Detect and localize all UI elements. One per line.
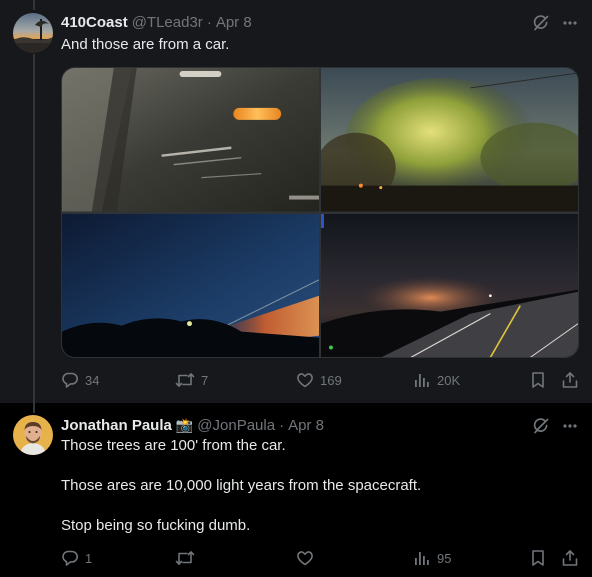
- views-icon: [413, 371, 431, 389]
- like-count: 169: [320, 372, 342, 388]
- handle[interactable]: @TLead3r: [132, 14, 203, 31]
- repost-icon: [175, 371, 195, 389]
- views-button[interactable]: 95: [413, 549, 451, 567]
- tweet-paragraph-2: Those ares are 10,000 light years from t…: [61, 477, 422, 494]
- display-name[interactable]: Jonathan Paula: [61, 417, 172, 434]
- tweet-date[interactable]: Apr 8: [216, 14, 252, 31]
- like-icon: [296, 371, 314, 389]
- tweet-jonathan-paula[interactable]: Jonathan Paula 📸 @JonPaula · Apr 8 Those…: [0, 403, 592, 577]
- blurred-car-interior-photo: [62, 68, 319, 212]
- reply-count: 34: [85, 372, 100, 388]
- reply-count: 1: [85, 550, 93, 566]
- repost-button[interactable]: [175, 549, 201, 567]
- avatar[interactable]: [13, 13, 53, 53]
- more-icon[interactable]: [562, 14, 578, 36]
- media-photo-1[interactable]: [62, 68, 319, 212]
- tweet-date[interactable]: Apr 8: [288, 417, 324, 434]
- tweet-header: Jonathan Paula 📸 @JonPaula · Apr 8: [61, 415, 542, 435]
- views-count: 20K: [437, 372, 461, 388]
- tweet-actions: 34 7 169 20K: [61, 371, 579, 391]
- separator-dot: ·: [279, 416, 285, 434]
- views-icon: [413, 549, 431, 567]
- repost-icon: [175, 549, 195, 567]
- tweet-410coast[interactable]: 410Coast @TLead3r · Apr 8 And those are …: [0, 0, 592, 403]
- views-count: 95: [437, 550, 452, 566]
- repost-count: 7: [201, 372, 209, 388]
- reply-icon: [61, 549, 79, 567]
- tweet-text: And those are from a car.: [61, 36, 230, 53]
- grok-icon[interactable]: [532, 14, 550, 36]
- avatar-portrait-icon: [13, 415, 53, 455]
- handle[interactable]: @JonPaula: [197, 417, 275, 434]
- bookmark-button[interactable]: [530, 371, 546, 389]
- like-icon: [296, 549, 314, 567]
- thread-line: [33, 54, 35, 403]
- like-button[interactable]: [296, 549, 320, 567]
- camera-emoji: 📸: [175, 416, 194, 433]
- reply-button[interactable]: 34: [61, 371, 99, 389]
- tweet-paragraph-3: Stop being so fucking dumb.: [61, 517, 251, 534]
- thread-line-top: [33, 403, 35, 413]
- verified-badge[interactable]: 📸: [176, 417, 193, 434]
- bookmark-button[interactable]: [530, 549, 546, 567]
- header-icons: [532, 14, 578, 36]
- night-sky-motion-photo: [62, 213, 319, 357]
- tweet-actions: 1 95: [61, 549, 579, 569]
- media-photo-3[interactable]: [62, 213, 319, 357]
- tweet-text: Those trees are 100' from the car. Those…: [61, 436, 421, 536]
- share-button[interactable]: [561, 371, 579, 389]
- avatar[interactable]: [13, 415, 53, 455]
- share-button[interactable]: [561, 549, 579, 567]
- grok-icon[interactable]: [532, 417, 550, 439]
- reply-button[interactable]: 1: [61, 549, 92, 567]
- thread-line-top: [33, 0, 35, 10]
- bookmark-icon: [530, 371, 546, 389]
- avatar-sunset-icon: [13, 13, 53, 53]
- more-icon[interactable]: [562, 417, 578, 439]
- share-icon: [561, 549, 579, 567]
- display-name[interactable]: 410Coast: [61, 14, 128, 31]
- separator-dot: ·: [206, 13, 212, 31]
- repost-button[interactable]: 7: [175, 371, 208, 389]
- tweet-header: 410Coast @TLead3r · Apr 8: [61, 12, 542, 32]
- media-grid: [61, 67, 579, 358]
- share-icon: [561, 371, 579, 389]
- reply-icon: [61, 371, 79, 389]
- blurred-trees-photo: [321, 68, 578, 212]
- header-icons: [532, 417, 578, 439]
- media-photo-2[interactable]: [321, 68, 578, 212]
- media-photo-4[interactable]: [321, 213, 578, 357]
- like-button[interactable]: 169: [296, 371, 342, 389]
- night-road-lights-photo: [321, 213, 578, 357]
- views-button[interactable]: 20K: [413, 371, 460, 389]
- tweet-paragraph-1: Those trees are 100' from the car.: [61, 437, 286, 454]
- bookmark-icon: [530, 549, 546, 567]
